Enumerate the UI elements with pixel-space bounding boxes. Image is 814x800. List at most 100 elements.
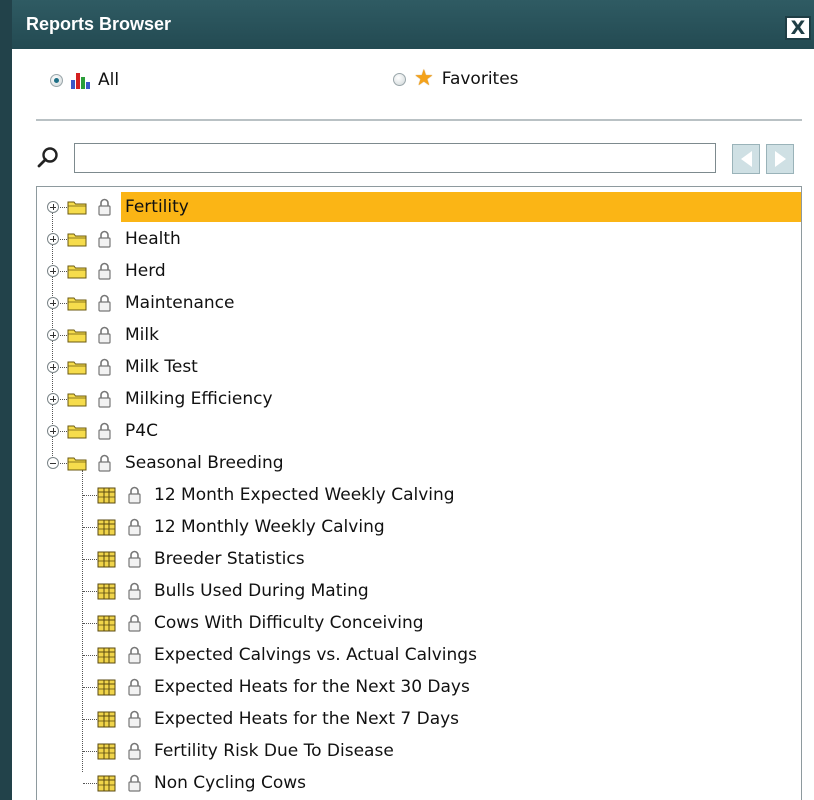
- tree-report-item[interactable]: Breeder Statistics: [37, 544, 801, 574]
- radio-favorites[interactable]: ★ Favorites: [393, 68, 519, 90]
- tree-folder-p4c[interactable]: P4C: [37, 416, 801, 446]
- tree-report-label: Expected Heats for the Next 7 Days: [154, 709, 460, 729]
- lock-icon: [128, 518, 141, 536]
- lock-icon: [98, 390, 111, 408]
- tree-folder-milk[interactable]: Milk: [37, 320, 801, 350]
- tree-report-item[interactable]: Cows With Difficulty Conceiving: [37, 608, 801, 638]
- reports-browser-window: Reports Browser X All ★ Favorites Fertil…: [12, 0, 814, 800]
- lock-icon: [128, 710, 141, 728]
- tree-report-label: Non Cycling Cows: [154, 773, 307, 793]
- tree-report-label: Breeder Statistics: [154, 549, 305, 569]
- lock-icon: [128, 646, 141, 664]
- folder-icon: [67, 393, 87, 407]
- expand-icon[interactable]: [47, 425, 59, 437]
- tree-report-item[interactable]: Non Cycling Cows: [37, 768, 801, 798]
- filter-radio-group: All ★ Favorites: [12, 60, 814, 104]
- next-button[interactable]: [766, 144, 794, 174]
- tree-report-label: Fertility Risk Due To Disease: [154, 741, 394, 761]
- radio-favorites-label: Favorites: [441, 69, 519, 89]
- tree-folder-label: P4C: [125, 421, 158, 441]
- tree-report-item[interactable]: Expected Heats for the Next 7 Days: [37, 704, 801, 734]
- lock-icon: [98, 230, 111, 248]
- tree-folder-label: Seasonal Breeding: [125, 453, 284, 473]
- tree-folder-label: Maintenance: [125, 293, 235, 313]
- tree-report-label: Expected Calvings vs. Actual Calvings: [154, 645, 477, 665]
- expand-icon[interactable]: [47, 201, 59, 213]
- folder-icon: [67, 297, 87, 311]
- folder-icon: [67, 233, 87, 247]
- radio-all-label: All: [98, 70, 120, 90]
- tree-folder-fertility[interactable]: Fertility: [37, 192, 801, 222]
- report-icon: [97, 743, 116, 760]
- tree-report-item[interactable]: 12 Month Expected Weekly Calving: [37, 480, 801, 510]
- tree-report-item[interactable]: 12 Monthly Weekly Calving: [37, 512, 801, 542]
- report-tree[interactable]: Fertility Health Herd Maintenance Milk M…: [36, 186, 802, 800]
- expand-icon[interactable]: [47, 265, 59, 277]
- lock-icon: [128, 774, 141, 792]
- tree-folder-label: Milk Test: [125, 357, 198, 377]
- report-icon: [97, 583, 116, 600]
- lock-icon: [128, 614, 141, 632]
- tree-folder-milk-test[interactable]: Milk Test: [37, 352, 801, 382]
- close-button[interactable]: X: [785, 16, 811, 40]
- tree-report-label: Expected Heats for the Next 30 Days: [154, 677, 470, 697]
- title-bar[interactable]: Reports Browser X: [12, 0, 814, 49]
- lock-icon: [98, 422, 111, 440]
- tree-report-item[interactable]: Bulls Used During Mating: [37, 576, 801, 606]
- tree-report-label: 12 Month Expected Weekly Calving: [154, 485, 455, 505]
- report-icon: [97, 551, 116, 568]
- tree-report-label: Bulls Used During Mating: [154, 581, 369, 601]
- previous-button[interactable]: [732, 144, 760, 174]
- tree-folder-milking-efficiency[interactable]: Milking Efficiency: [37, 384, 801, 414]
- expand-icon[interactable]: [47, 393, 59, 405]
- lock-icon: [128, 742, 141, 760]
- search-bar: [12, 140, 814, 176]
- report-icon: [97, 615, 116, 632]
- expand-icon[interactable]: [47, 233, 59, 245]
- open-folder-icon: [67, 457, 87, 471]
- divider: [36, 119, 802, 121]
- report-icon: [97, 711, 116, 728]
- search-input[interactable]: [74, 143, 716, 173]
- expand-icon[interactable]: [47, 329, 59, 341]
- lock-icon: [98, 198, 111, 216]
- folder-icon: [67, 361, 87, 375]
- bar-chart-icon: [71, 71, 90, 89]
- lock-icon: [98, 454, 111, 472]
- lock-icon: [98, 262, 111, 280]
- window-title: Reports Browser: [26, 14, 172, 34]
- folder-icon: [67, 425, 87, 439]
- expand-icon[interactable]: [47, 361, 59, 373]
- tree-folder-herd[interactable]: Herd: [37, 256, 801, 286]
- report-icon: [97, 679, 116, 696]
- tree-report-label: Cows With Difficulty Conceiving: [154, 613, 424, 633]
- lock-icon: [98, 358, 111, 376]
- star-icon: ★: [414, 66, 434, 91]
- expand-icon[interactable]: [47, 297, 59, 309]
- tree-folder-seasonal-breeding[interactable]: Seasonal Breeding: [37, 448, 801, 478]
- radio-favorites-indicator[interactable]: [393, 72, 406, 86]
- report-icon: [97, 775, 116, 792]
- arrow-right-icon: [774, 151, 786, 167]
- tree-folder-maintenance[interactable]: Maintenance: [37, 288, 801, 318]
- lock-icon: [128, 582, 141, 600]
- arrow-left-icon: [740, 151, 752, 167]
- tree-report-item[interactable]: Expected Calvings vs. Actual Calvings: [37, 640, 801, 670]
- tree-report-item[interactable]: Fertility Risk Due To Disease: [37, 736, 801, 766]
- tree-folder-label: Health: [125, 229, 181, 249]
- window-left-edge: [0, 0, 12, 800]
- collapse-icon[interactable]: [47, 457, 59, 469]
- report-icon: [97, 487, 116, 504]
- lock-icon: [128, 486, 141, 504]
- lock-icon: [98, 326, 111, 344]
- radio-all-indicator[interactable]: [50, 73, 63, 87]
- report-icon: [97, 647, 116, 664]
- tree-folder-label: Milk: [125, 325, 159, 345]
- radio-all[interactable]: All: [50, 70, 119, 90]
- lock-icon: [128, 678, 141, 696]
- tree-folder-health[interactable]: Health: [37, 224, 801, 254]
- tree-report-item[interactable]: Expected Heats for the Next 30 Days: [37, 672, 801, 702]
- close-icon: X: [790, 16, 806, 39]
- tree-folder-label: Milking Efficiency: [125, 389, 273, 409]
- lock-icon: [98, 294, 111, 312]
